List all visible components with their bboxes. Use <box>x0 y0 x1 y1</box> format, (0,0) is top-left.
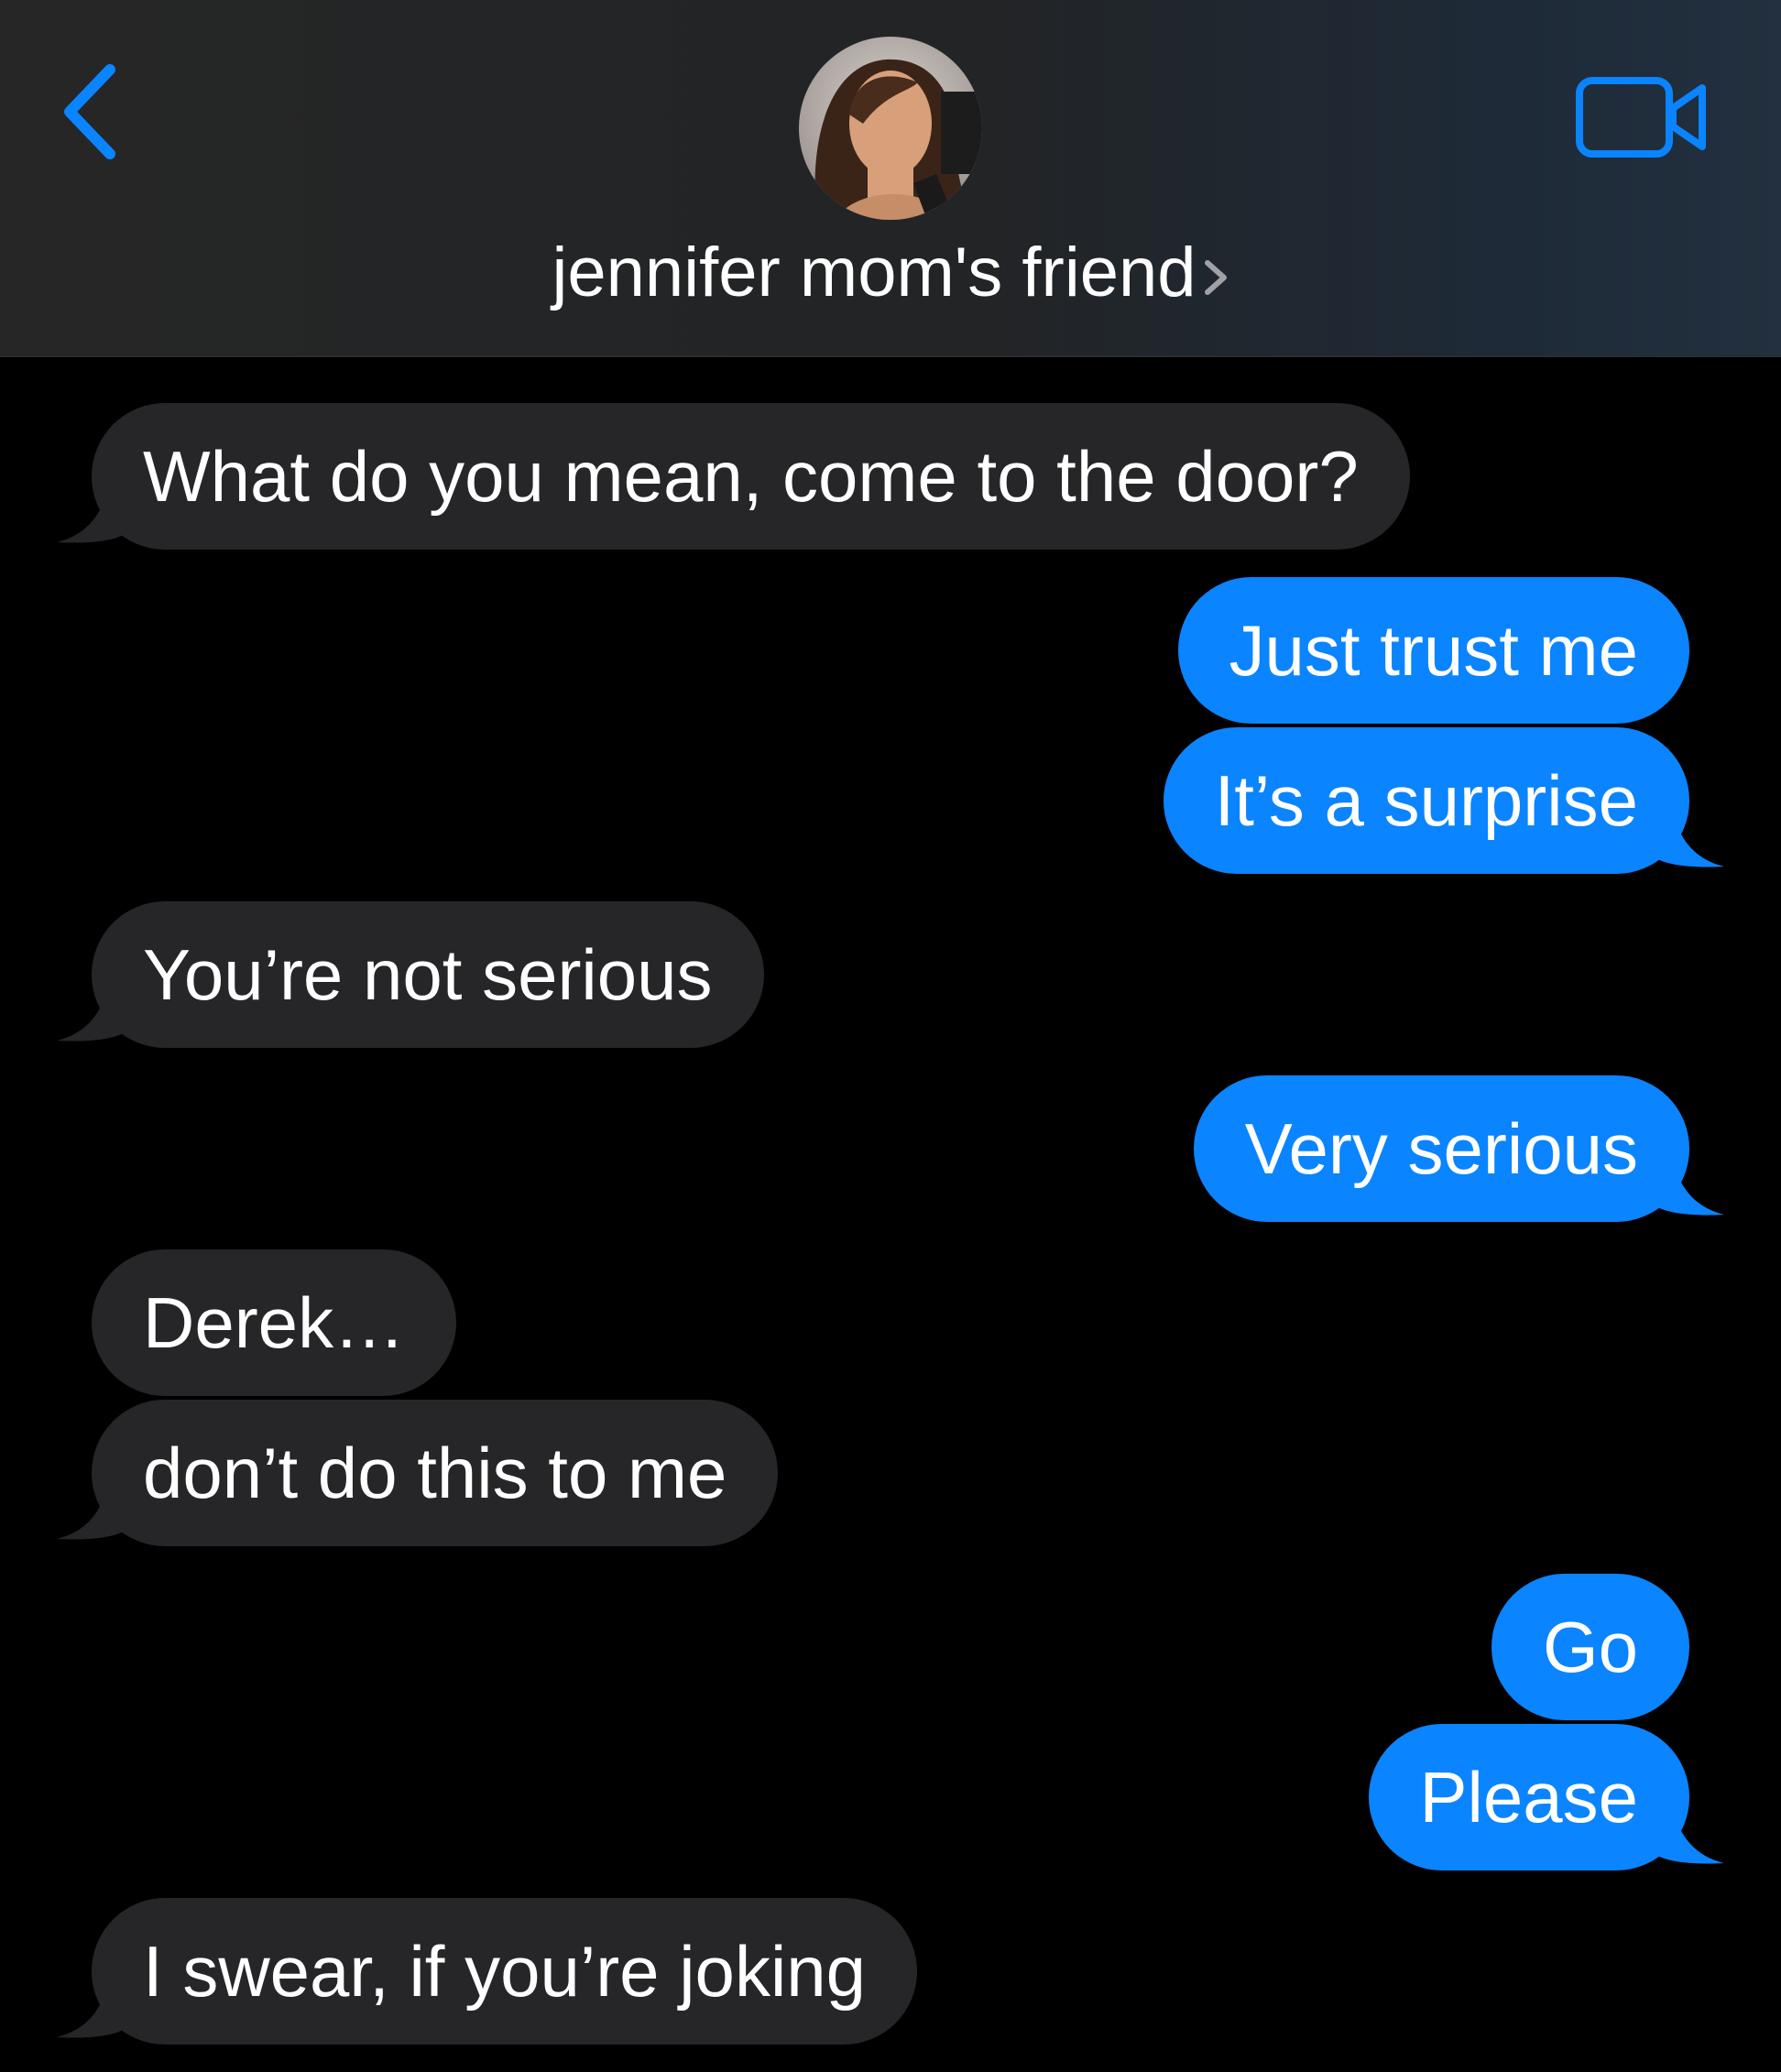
message-text: What do you mean, come to the door? <box>143 436 1359 517</box>
conversation-header: jennifer mom's friend <box>0 0 1781 357</box>
chevron-left-icon <box>64 64 115 159</box>
bubble-tail-outgoing <box>1653 1149 1724 1216</box>
message-bubble-incoming[interactable]: I swear, if you’re joking <box>92 1898 918 2045</box>
video-camera-icon <box>1576 77 1706 158</box>
message-text: I swear, if you’re joking <box>143 1931 867 2012</box>
message-bubble-outgoing[interactable]: Go <box>1491 1574 1689 1720</box>
message-bubble-incoming[interactable]: don’t do this to me <box>92 1400 779 1546</box>
message-text: Just trust me <box>1229 610 1638 691</box>
message-text: You’re not serious <box>143 934 713 1015</box>
message-text: Go <box>1542 1607 1638 1687</box>
message-text: Very serious <box>1244 1108 1638 1189</box>
message-text: Derek… <box>143 1282 406 1363</box>
message-text: Please <box>1419 1757 1639 1838</box>
chevron-right-icon <box>1204 260 1227 295</box>
message-bubble-outgoing[interactable]: Just trust me <box>1177 577 1689 724</box>
message-bubble-incoming[interactable]: What do you mean, come to the door? <box>92 403 1410 550</box>
bubble-tail-incoming <box>57 476 128 543</box>
message-bubble-incoming[interactable]: You’re not serious <box>92 901 764 1048</box>
contact-name-button[interactable]: jennifer mom's friend <box>0 229 1781 317</box>
message-text: It’s a surprise <box>1214 760 1638 841</box>
video-call-button[interactable] <box>1574 71 1711 163</box>
bubble-tail-incoming <box>57 975 128 1041</box>
message-bubble-outgoing[interactable]: It’s a surprise <box>1163 727 1689 874</box>
message-bubble-outgoing[interactable]: Please <box>1368 1724 1689 1870</box>
bubble-tail-outgoing <box>1653 1797 1724 1864</box>
message-bubble-outgoing[interactable]: Very serious <box>1193 1075 1689 1222</box>
contact-avatar[interactable] <box>799 37 982 220</box>
bubble-tail-outgoing <box>1653 801 1724 867</box>
bubble-tail-incoming <box>57 1971 128 2038</box>
contact-name-label: jennifer mom's friend <box>552 234 1196 311</box>
message-text: don’t do this to me <box>143 1433 727 1513</box>
back-button[interactable] <box>55 57 128 167</box>
message-bubble-incoming[interactable]: Derek… <box>92 1249 457 1396</box>
bubble-tail-incoming <box>57 1473 128 1540</box>
